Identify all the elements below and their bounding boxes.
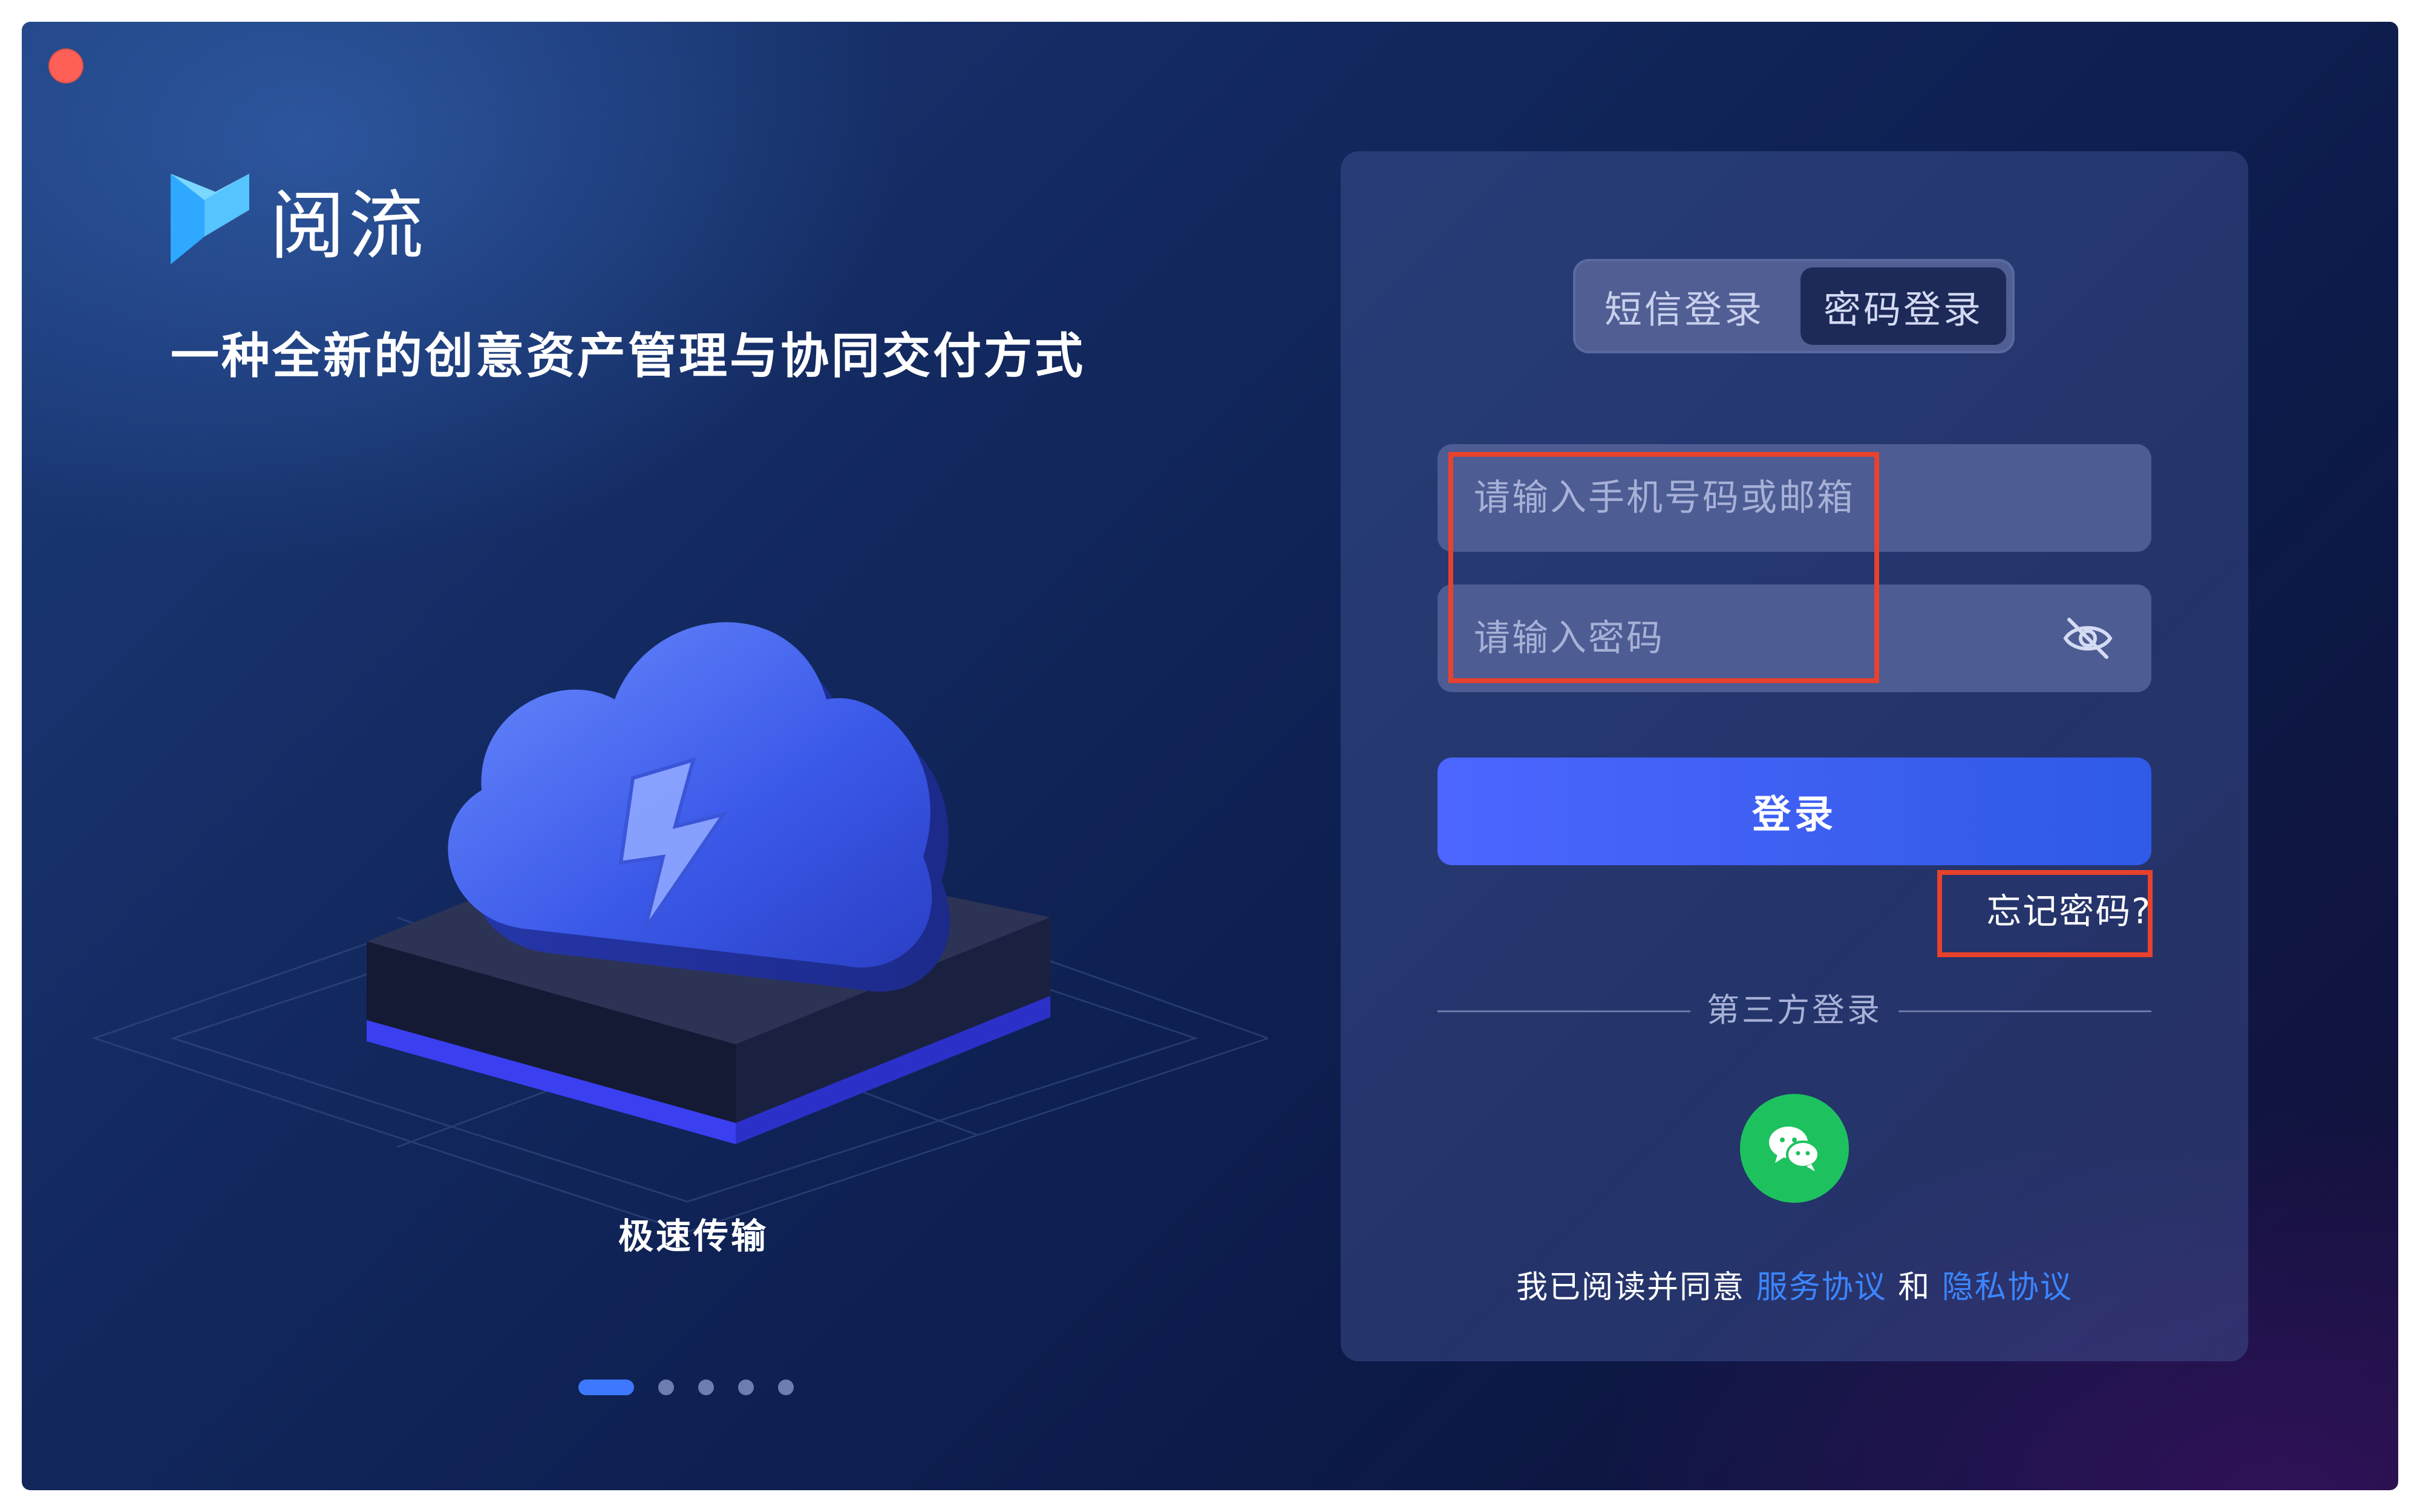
carousel-indicator bbox=[578, 1378, 794, 1396]
divider-line bbox=[1898, 1010, 2151, 1012]
flow-logo-icon bbox=[171, 174, 249, 264]
password-input[interactable] bbox=[1437, 584, 2151, 692]
agreement-prefix: 我已阅读并同意 bbox=[1516, 1269, 1745, 1306]
password-field[interactable] bbox=[1437, 584, 2151, 692]
third-party-label: 第三方登录 bbox=[1707, 991, 1882, 1029]
service-agreement-link[interactable]: 服务协议 bbox=[1756, 1269, 1887, 1306]
divider-line bbox=[1437, 1010, 1690, 1012]
account-input[interactable] bbox=[1437, 444, 2151, 552]
app-window: 阅流 一种全新的创意资产管理与协同交付方式 极速传输 短信登录 密码登录 请输入… bbox=[22, 22, 2398, 1490]
forgot-password-link[interactable]: 忘记密码? bbox=[1966, 871, 2151, 945]
brand: 阅流 bbox=[171, 165, 427, 273]
third-party-divider: 第三方登录 bbox=[1437, 992, 2151, 1029]
carousel-dot[interactable] bbox=[738, 1379, 754, 1395]
app-name: 阅流 bbox=[270, 183, 428, 270]
login-card: 短信登录 密码登录 登录 忘记密码? 第三方登录 bbox=[1341, 151, 2248, 1361]
tagline: 一种全新的创意资产管理与协同交付方式 bbox=[171, 328, 1085, 384]
wechat-icon bbox=[1769, 1127, 1820, 1171]
carousel-dot[interactable] bbox=[578, 1379, 634, 1395]
carousel-dot[interactable] bbox=[778, 1379, 794, 1395]
carousel-caption: 极速传输 bbox=[618, 1216, 768, 1257]
cloud-illustration bbox=[91, 622, 1268, 1232]
agreement-and: 和 bbox=[1898, 1269, 1931, 1306]
eye-off-icon[interactable] bbox=[2061, 611, 2115, 666]
window-close-button[interactable] bbox=[48, 48, 83, 83]
agreement-text: 我已阅读并同意 服务协议 和 隐私协议 bbox=[1437, 1263, 2151, 1312]
carousel-dot[interactable] bbox=[698, 1379, 714, 1395]
wechat-login-button[interactable] bbox=[1740, 1094, 1849, 1203]
privacy-agreement-link[interactable]: 隐私协议 bbox=[1942, 1269, 2073, 1306]
tab-password-login[interactable]: 密码登录 bbox=[1800, 267, 2006, 345]
carousel-dot[interactable] bbox=[658, 1379, 674, 1395]
login-method-tabs: 短信登录 密码登录 bbox=[1573, 259, 2015, 353]
login-button[interactable]: 登录 bbox=[1437, 758, 2151, 865]
account-field[interactable] bbox=[1437, 444, 2151, 552]
tab-sms-login[interactable]: 短信登录 bbox=[1581, 267, 1787, 345]
